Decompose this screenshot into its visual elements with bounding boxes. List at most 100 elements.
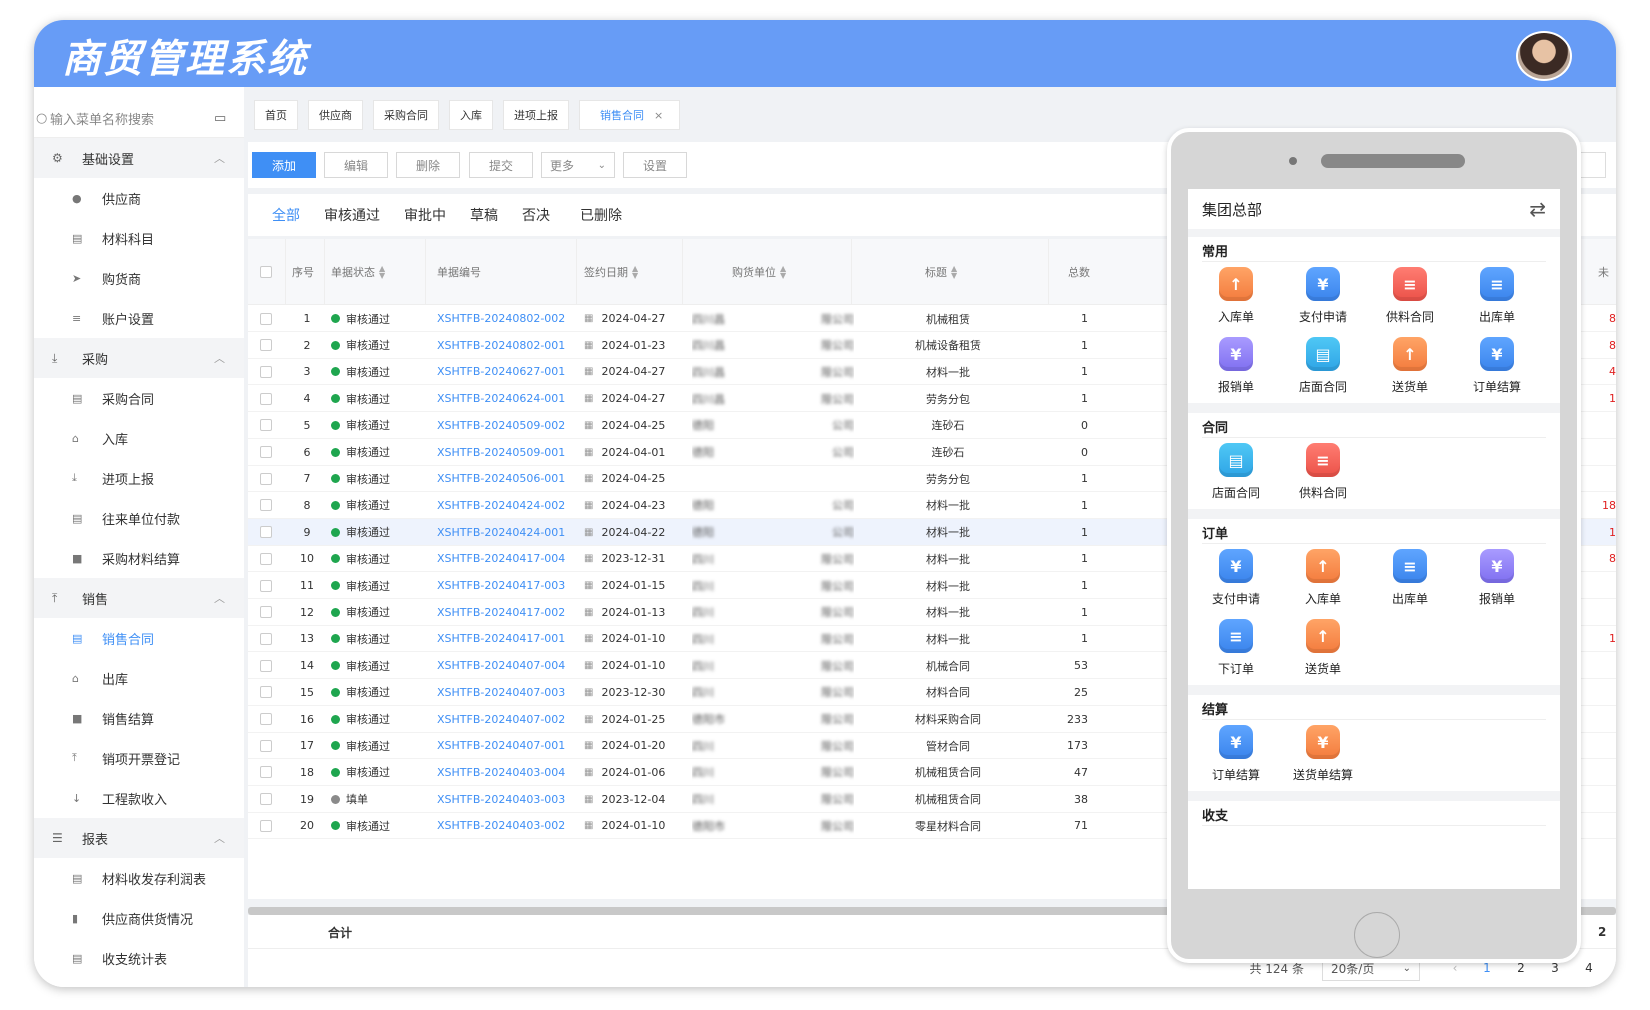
row-checkbox[interactable]: [260, 392, 272, 405]
menu-item[interactable]: ▤ 收支统计表: [34, 938, 244, 978]
filter-tab[interactable]: 全部: [272, 205, 300, 225]
column-header-title[interactable]: 标题 ▲ ▼: [925, 239, 957, 305]
menu-item[interactable]: ■ 采购材料结算: [34, 538, 244, 578]
phone-home-button[interactable]: [1354, 912, 1400, 958]
phone-app-item[interactable]: ≡ 出库单: [1453, 267, 1541, 337]
row-number-link[interactable]: XSHTFB-20240802-002: [437, 305, 565, 332]
phone-app-item[interactable]: ≡ 供料合同: [1366, 267, 1454, 337]
switch-icon[interactable]: ⇄: [1529, 197, 1546, 221]
row-checkbox[interactable]: [260, 526, 272, 539]
menu-item[interactable]: ▮ 供应商供货情况: [34, 898, 244, 938]
row-number-link[interactable]: XSHTFB-20240802-001: [437, 332, 565, 359]
row-checkbox[interactable]: [260, 419, 272, 432]
user-avatar[interactable]: [1516, 31, 1572, 81]
filter-tab[interactable]: 审核通过: [324, 205, 380, 225]
menu-section-3[interactable]: ☰ 报表 ︿: [34, 818, 244, 858]
filter-tab[interactable]: 草稿: [470, 205, 498, 225]
row-checkbox[interactable]: [260, 472, 272, 485]
menu-search-input[interactable]: 输入菜单名称搜索: [50, 109, 214, 128]
row-checkbox[interactable]: [260, 339, 272, 352]
menu-section-1[interactable]: ⤓ 采购 ︿: [34, 338, 244, 378]
menu-item[interactable]: ≡ 账户设置: [34, 298, 244, 338]
sort-icon[interactable]: ▲ ▼: [632, 265, 638, 280]
phone-app-item[interactable]: ¥ 支付申请: [1192, 549, 1280, 619]
filter-tab[interactable]: 审批中: [404, 205, 446, 225]
row-number-link[interactable]: XSHTFB-20240403-002: [437, 812, 565, 839]
column-header-number[interactable]: 单据编号: [437, 239, 481, 305]
menu-item[interactable]: ➤ 购货商: [34, 258, 244, 298]
folder-icon[interactable]: ▭: [214, 111, 244, 126]
menu-item[interactable]: ⌂ 入库: [34, 418, 244, 458]
row-checkbox[interactable]: [260, 739, 272, 752]
sort-icon[interactable]: ▲ ▼: [951, 265, 957, 280]
menu-item[interactable]: ⌂ 出库: [34, 658, 244, 698]
row-number-link[interactable]: XSHTFB-20240417-004: [437, 545, 565, 572]
row-number-link[interactable]: XSHTFB-20240509-001: [437, 439, 565, 466]
column-header-index[interactable]: 序号: [292, 239, 314, 305]
column-header-extra[interactable]: 未: [1598, 239, 1609, 305]
menu-item[interactable]: ▤ 材料科目: [34, 218, 244, 258]
row-number-link[interactable]: XSHTFB-20240624-001: [437, 385, 565, 412]
row-number-link[interactable]: XSHTFB-20240407-004: [437, 652, 565, 679]
row-checkbox[interactable]: [260, 819, 272, 832]
column-header-buyer[interactable]: 购货单位 ▲ ▼: [732, 239, 786, 305]
row-number-link[interactable]: XSHTFB-20240424-002: [437, 492, 565, 519]
menu-search[interactable]: ○ 输入菜单名称搜索 ▭: [34, 100, 244, 138]
menu-section-2[interactable]: ⤒ 销售 ︿: [34, 578, 244, 618]
row-number-link[interactable]: XSHTFB-20240417-001: [437, 625, 565, 652]
tab-item[interactable]: 入库: [449, 100, 493, 130]
menu-item[interactable]: ▤ 往来单位付款: [34, 498, 244, 538]
phone-app-item[interactable]: ¥ 送货单结算: [1279, 725, 1367, 795]
row-checkbox[interactable]: [260, 793, 272, 806]
row-checkbox[interactable]: [260, 686, 272, 699]
column-header-status[interactable]: 单据状态 ▲ ▼: [331, 239, 385, 305]
row-checkbox[interactable]: [260, 552, 272, 565]
row-checkbox[interactable]: [260, 766, 272, 779]
row-number-link[interactable]: XSHTFB-20240403-003: [437, 786, 565, 813]
page-number-button[interactable]: 2: [1504, 961, 1538, 975]
sort-icon[interactable]: ▲ ▼: [780, 265, 786, 280]
select-all-checkbox[interactable]: [260, 239, 272, 305]
menu-item[interactable]: ▤ 材料收发存利润表: [34, 858, 244, 898]
row-checkbox[interactable]: [260, 312, 272, 325]
phone-app-item[interactable]: ≡ 下订单: [1192, 619, 1280, 689]
add-button[interactable]: 添加: [252, 152, 316, 178]
prev-page-button[interactable]: ‹: [1440, 961, 1470, 975]
phone-app-item[interactable]: ↑ 入库单: [1279, 549, 1367, 619]
row-number-link[interactable]: XSHTFB-20240424-001: [437, 519, 565, 546]
row-checkbox[interactable]: [260, 446, 272, 458]
row-checkbox[interactable]: [260, 659, 272, 672]
row-checkbox[interactable]: [260, 579, 272, 592]
column-header-date[interactable]: 签约日期 ▲ ▼: [584, 239, 638, 305]
more-dropdown[interactable]: 更多 ⌄: [541, 152, 615, 178]
row-checkbox[interactable]: [260, 499, 272, 512]
row-number-link[interactable]: XSHTFB-20240506-001: [437, 465, 565, 492]
tab-item[interactable]: 供应商: [308, 100, 363, 130]
filter-tab[interactable]: 已删除: [580, 205, 622, 225]
menu-item[interactable]: ▤ 采购合同: [34, 378, 244, 418]
page-number-button[interactable]: 4: [1572, 961, 1606, 975]
phone-app-item[interactable]: ≡ 出库单: [1366, 549, 1454, 619]
menu-item[interactable]: ■ 销售结算: [34, 698, 244, 738]
phone-app-item[interactable]: ▤ 店面合同: [1192, 443, 1280, 513]
edit-button[interactable]: 编辑: [324, 152, 388, 178]
row-number-link[interactable]: XSHTFB-20240627-001: [437, 358, 565, 385]
settings-button[interactable]: 设置: [623, 152, 687, 178]
row-checkbox[interactable]: [260, 632, 272, 645]
tab-item[interactable]: 采购合同: [373, 100, 439, 130]
phone-app-item[interactable]: ↑ 入库单: [1192, 267, 1280, 337]
sort-icon[interactable]: ▲ ▼: [379, 265, 385, 280]
tab-item[interactable]: 销售合同 ×: [579, 100, 681, 130]
phone-app-item[interactable]: ↑ 送货单: [1279, 619, 1367, 689]
phone-app-item[interactable]: ≡ 供料合同: [1279, 443, 1367, 513]
row-number-link[interactable]: XSHTFB-20240417-003: [437, 572, 565, 599]
phone-app-item[interactable]: ¥ 支付申请: [1279, 267, 1367, 337]
row-number-link[interactable]: XSHTFB-20240403-004: [437, 759, 565, 786]
delete-button[interactable]: 删除: [396, 152, 460, 178]
phone-app-item[interactable]: ¥ 订单结算: [1453, 337, 1541, 407]
row-number-link[interactable]: XSHTFB-20240509-002: [437, 412, 565, 439]
row-number-link[interactable]: XSHTFB-20240407-003: [437, 679, 565, 706]
row-checkbox[interactable]: [260, 606, 272, 619]
filter-tab[interactable]: 否决: [522, 205, 550, 225]
phone-app-item[interactable]: ¥ 报销单: [1192, 337, 1280, 407]
